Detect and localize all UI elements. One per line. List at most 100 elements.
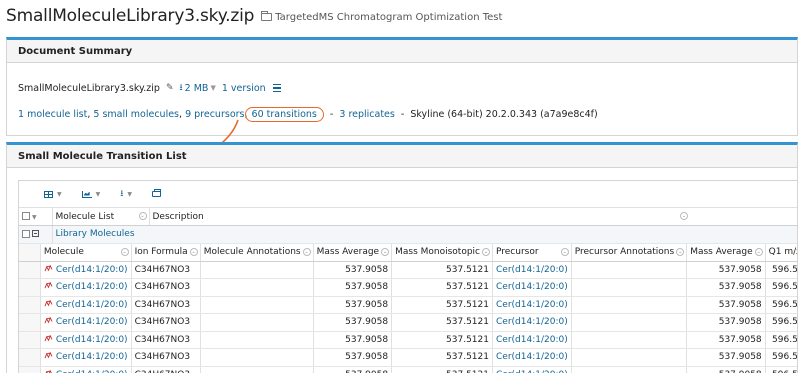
- precursor-link[interactable]: Cer(d14:1/20:0): [496, 282, 568, 292]
- column-menu-icon[interactable]: ⌄: [676, 247, 685, 256]
- column-menu-icon[interactable]: ⌄: [560, 247, 569, 256]
- column-header[interactable]: Q1 m/z⌄: [765, 243, 797, 262]
- table-row[interactable]: Cer(d14:1/20:0) C34H67NO3 537.9058 537.5…: [19, 313, 797, 332]
- precursor-annotations-cell: [571, 278, 688, 297]
- column-menu-icon[interactable]: ⌄: [138, 212, 147, 220]
- mass-monoisotopic-cell: 537.5121: [391, 296, 493, 314]
- precursor-link[interactable]: Cer(d14:1/20:0): [496, 265, 568, 275]
- indent-cell: [19, 313, 41, 332]
- precursor-annotations-cell: [571, 366, 688, 373]
- folder-breadcrumb[interactable]: TargetedMS Chromatogram Optimization Tes…: [261, 11, 502, 23]
- table-row[interactable]: Cer(d14:1/20:0) C34H67NO3 537.9058 537.5…: [19, 278, 797, 297]
- grid-toolbar: ▼ ▼ ⭳ ▼: [19, 181, 797, 208]
- version-link[interactable]: 1 version: [222, 83, 266, 94]
- precursor-cell[interactable]: Cer(d14:1/20:0): [492, 261, 572, 279]
- column-header[interactable]: Molecule Annotations ⌄: [200, 243, 314, 262]
- mass-monoisotopic-cell: 537.5121: [391, 366, 493, 373]
- chevron-down-icon[interactable]: ▼: [32, 214, 37, 221]
- chart-icon: [81, 190, 92, 198]
- pencil-icon[interactable]: ✎: [166, 83, 174, 93]
- precursor-link[interactable]: Cer(d14:1/20:0): [496, 300, 568, 310]
- molecule-link[interactable]: Cer(d14:1/20:0): [56, 265, 128, 275]
- precursor-cell[interactable]: Cer(d14:1/20:0): [492, 278, 572, 297]
- replicates-link[interactable]: 3 replicates: [339, 109, 394, 120]
- indent-cell: [19, 366, 41, 373]
- molecule-cell[interactable]: Cer(d14:1/20:0): [40, 348, 132, 367]
- column-menu-icon[interactable]: ⌄: [120, 247, 129, 256]
- molecule-icon: [44, 317, 53, 324]
- column-header[interactable]: Ion Formula ⌄: [131, 243, 201, 262]
- row-checkbox[interactable]: [22, 229, 30, 238]
- table-row[interactable]: Cer(d14:1/20:0) C34H67NO3 537.9058 537.5…: [19, 331, 797, 349]
- molecule-link[interactable]: Cer(d14:1/20:0): [56, 317, 128, 327]
- precursor-cell[interactable]: Cer(d14:1/20:0): [492, 366, 572, 373]
- folder-label[interactable]: TargetedMS Chromatogram Optimization Tes…: [275, 12, 502, 23]
- column-header-label: Molecule: [43, 247, 84, 257]
- charts-button[interactable]: ▼: [81, 190, 100, 198]
- precursor-cell[interactable]: Cer(d14:1/20:0): [492, 296, 572, 314]
- precursor-link[interactable]: Cer(d14:1/20:0): [496, 335, 568, 345]
- molecule-cell[interactable]: Cer(d14:1/20:0): [40, 296, 132, 314]
- column-header[interactable]: Precursor ⌄: [492, 243, 572, 262]
- column-header[interactable]: Precursor Annotations ⌄: [571, 243, 688, 262]
- mass-monoisotopic-cell: 537.5121: [391, 348, 493, 367]
- molecule-cell[interactable]: Cer(d14:1/20:0): [40, 261, 132, 279]
- column-header[interactable]: Description ⌄: [149, 208, 797, 226]
- molecule-list-link[interactable]: 1 molecule list: [18, 109, 87, 120]
- column-header[interactable]: Mass Monoisotopic ⌄: [391, 243, 493, 262]
- molecule-cell[interactable]: Cer(d14:1/20:0): [40, 366, 132, 373]
- q1-mz-cell: 596.5259: [765, 261, 797, 279]
- ion-formula-cell: C34H67NO3: [131, 331, 201, 349]
- column-header-label: Ion Formula: [134, 247, 188, 257]
- menu-icon[interactable]: [272, 83, 281, 93]
- small-molecules-link[interactable]: 5 small molecules: [93, 109, 179, 120]
- column-menu-icon[interactable]: ⌄: [754, 247, 763, 256]
- chevron-down-icon[interactable]: ▼: [210, 84, 215, 92]
- precursor-mass-average-cell: 537.9058: [686, 296, 766, 314]
- molecule-cell[interactable]: Cer(d14:1/20:0): [40, 313, 132, 332]
- download-size-link[interactable]: 2 MB: [185, 83, 209, 94]
- precursor-cell[interactable]: Cer(d14:1/20:0): [492, 313, 572, 332]
- molecule-annotations-cell: [200, 348, 314, 367]
- download-icon[interactable]: ⭳: [180, 80, 183, 96]
- column-header[interactable]: Mass Average ⌄: [313, 243, 393, 262]
- column-header[interactable]: Molecule ⌄: [40, 243, 132, 262]
- molecule-link[interactable]: Cer(d14:1/20:0): [56, 300, 128, 310]
- precursor-link[interactable]: Cer(d14:1/20:0): [496, 317, 568, 327]
- page-title: SmallMoleculeLibrary3.sky.zip: [6, 6, 255, 26]
- column-menu-icon[interactable]: ⌄: [381, 247, 390, 256]
- select-all-cell[interactable]: ▼: [19, 208, 53, 226]
- export-button[interactable]: ⭳ ▼: [120, 186, 132, 202]
- column-menu-icon[interactable]: ⌄: [482, 247, 490, 256]
- precursor-mass-average-cell: 537.9058: [686, 331, 766, 349]
- column-header[interactable]: Mass Average ⌄: [686, 243, 766, 262]
- select-all-checkbox[interactable]: [22, 212, 30, 220]
- table-row[interactable]: Cer(d14:1/20:0) C34H67NO3 537.9058 537.5…: [19, 261, 797, 279]
- column-menu-icon[interactable]: ⌄: [302, 247, 311, 256]
- molecule-link[interactable]: Cer(d14:1/20:0): [56, 282, 128, 292]
- print-button[interactable]: [152, 189, 162, 197]
- library-molecules-link[interactable]: Library Molecules: [56, 229, 135, 239]
- molecule-link[interactable]: Cer(d14:1/20:0): [56, 352, 128, 362]
- grid-view-button[interactable]: ▼: [44, 190, 62, 198]
- table-row[interactable]: Cer(d14:1/20:0) C34H67NO3 537.9058 537.5…: [19, 366, 797, 373]
- column-header[interactable]: Molecule List ⌄: [52, 208, 150, 226]
- transitions-link[interactable]: 60 transitions: [252, 109, 317, 120]
- collapse-icon[interactable]: [32, 230, 39, 238]
- separator: -: [329, 109, 334, 120]
- transitions-highlight: 60 transitions: [244, 107, 324, 122]
- precursor-link[interactable]: Cer(d14:1/20:0): [496, 352, 568, 362]
- table-row[interactable]: Cer(d14:1/20:0) C34H67NO3 537.9058 537.5…: [19, 348, 797, 367]
- column-menu-icon[interactable]: ⌄: [680, 212, 688, 220]
- outer-table: ▼ Molecule List ⌄ Description ⌄ Library Mo…: [19, 208, 797, 244]
- column-menu-icon[interactable]: ⌄: [189, 247, 198, 256]
- precursor-cell[interactable]: Cer(d14:1/20:0): [492, 331, 572, 349]
- molecule-cell[interactable]: Cer(d14:1/20:0): [40, 331, 132, 349]
- table-row[interactable]: Cer(d14:1/20:0) C34H67NO3 537.9058 537.5…: [19, 296, 797, 314]
- precursor-cell[interactable]: Cer(d14:1/20:0): [492, 348, 572, 367]
- group-row: Library Molecules: [19, 225, 797, 244]
- transition-list-heading: Small Molecule Transition List: [7, 145, 797, 168]
- chevron-down-icon: ▼: [57, 190, 62, 198]
- molecule-cell[interactable]: Cer(d14:1/20:0): [40, 278, 132, 297]
- molecule-link[interactable]: Cer(d14:1/20:0): [56, 335, 128, 345]
